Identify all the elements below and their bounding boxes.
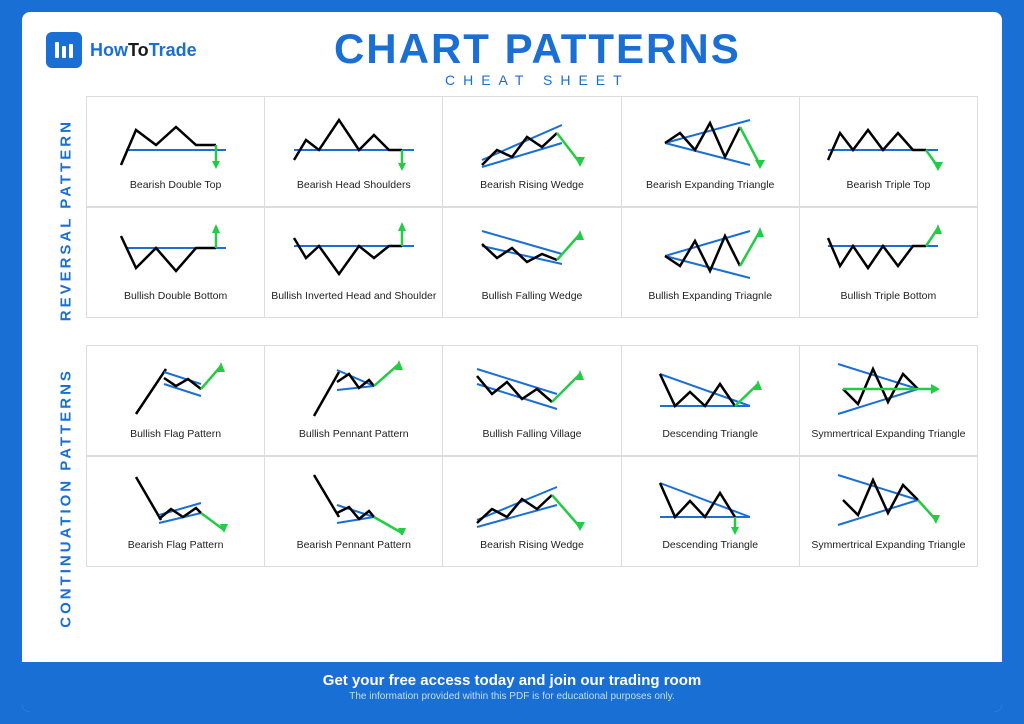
label-bearish-flag: Bearish Flag Pattern xyxy=(128,539,224,553)
pattern-bullish-flag: Bullish Flag Pattern xyxy=(87,346,265,456)
main-title: CHART PATTERNS xyxy=(197,28,878,70)
pattern-bullish-double-bottom: Bullish Double Bottom xyxy=(87,208,265,318)
label-symmetrical-expanding-1: Symmertrical Expanding Triangle xyxy=(811,428,965,442)
footer-main-text: Get your free access today and join our … xyxy=(42,672,982,689)
logo-icon xyxy=(46,32,82,68)
pattern-bearish-pennant: Bearish Pennant Pattern xyxy=(265,457,443,567)
pattern-bearish-rising-wedge: Bearish Rising Wedge xyxy=(443,97,621,207)
label-bearish-triple-top: Bearish Triple Top xyxy=(846,179,930,193)
label-bullish-triple-bottom: Bullish Triple Bottom xyxy=(841,290,937,304)
footer-sub-text: The information provided within this PDF… xyxy=(42,691,982,702)
label-bearish-head-shoulders: Bearish Head Shoulders xyxy=(297,179,411,193)
footer: Get your free access today and join our … xyxy=(22,662,1002,712)
label-bearish-rising-wedge-2: Bearish Rising Wedge xyxy=(480,539,584,553)
pattern-symmetrical-expanding-2: Symmertrical Expanding Triangle xyxy=(800,457,978,567)
logo: HowToTrade xyxy=(46,32,197,68)
label-descending-triangle-2: Descending Triangle xyxy=(662,539,758,553)
pattern-descending-triangle-2: Descending Triangle xyxy=(622,457,800,567)
continuation-row1: Bullish Flag Pattern xyxy=(86,345,978,456)
pattern-bullish-inv-hs: Bullish Inverted Head and Shoulder xyxy=(265,208,443,318)
continuation-label: CONTINUATION PATTERNS xyxy=(46,345,86,652)
label-bullish-flag: Bullish Flag Pattern xyxy=(130,428,221,442)
pattern-descending-triangle-1: Descending Triangle xyxy=(622,346,800,456)
logo-text: HowToTrade xyxy=(90,40,197,61)
label-descending-triangle-1: Descending Triangle xyxy=(662,428,758,442)
label-bullish-inv-hs: Bullish Inverted Head and Shoulder xyxy=(271,290,436,304)
pattern-bearish-double-top: Bearish Double Top xyxy=(87,97,265,207)
header: HowToTrade CHART PATTERNS CHEAT SHEET xyxy=(46,32,978,88)
content-area: REVERSAL PATTERN Bearish Double Top xyxy=(46,96,978,345)
label-bearish-expanding-triangle: Bearish Expanding Triangle xyxy=(646,179,774,193)
label-bearish-pennant: Bearish Pennant Pattern xyxy=(297,539,411,553)
reversal-label: REVERSAL PATTERN xyxy=(46,96,86,345)
reversal-row1: Bearish Double Top Bearish Head Shoulder… xyxy=(86,96,978,207)
label-bullish-expanding-triangle: Bullish Expanding Triagnle xyxy=(648,290,772,304)
pattern-bearish-head-shoulders: Bearish Head Shoulders xyxy=(265,97,443,207)
label-bullish-double-bottom: Bullish Double Bottom xyxy=(124,290,227,304)
label-bullish-falling-wedge: Bullish Falling Wedge xyxy=(482,290,583,304)
continuation-grid: Bullish Flag Pattern xyxy=(86,345,978,652)
continuation-area: CONTINUATION PATTERNS xyxy=(46,345,978,652)
continuation-row2: Bearish Flag Pattern xyxy=(86,456,978,567)
grid-section: Bearish Double Top Bearish Head Shoulder… xyxy=(86,96,978,345)
pattern-bullish-pennant: Bullish Pennant Pattern xyxy=(265,346,443,456)
pattern-bearish-expanding-triangle: Bearish Expanding Triangle xyxy=(622,97,800,207)
sub-title: CHEAT SHEET xyxy=(197,72,878,88)
pattern-bullish-falling-village: Bullish Falling Village xyxy=(443,346,621,456)
label-bearish-double-top: Bearish Double Top xyxy=(130,179,221,193)
title-area: CHART PATTERNS CHEAT SHEET xyxy=(197,28,878,88)
pattern-bearish-rising-wedge-2: Bearish Rising Wedge xyxy=(443,457,621,567)
pattern-symmetrical-expanding-1: Symmertrical Expanding Triangle xyxy=(800,346,978,456)
reversal-row2: Bullish Double Bottom Bullish Inverted H… xyxy=(86,207,978,318)
main-card: HowToTrade CHART PATTERNS CHEAT SHEET RE… xyxy=(22,12,1002,712)
label-bearish-rising-wedge: Bearish Rising Wedge xyxy=(480,179,584,193)
label-symmetrical-expanding-2: Symmertrical Expanding Triangle xyxy=(811,539,965,553)
pattern-bullish-triple-bottom: Bullish Triple Bottom xyxy=(800,208,978,318)
label-bullish-falling-village: Bullish Falling Village xyxy=(482,428,581,442)
pattern-bearish-triple-top: Bearish Triple Top xyxy=(800,97,978,207)
pattern-bearish-flag: Bearish Flag Pattern xyxy=(87,457,265,567)
pattern-bullish-expanding-triangle: Bullish Expanding Triagnle xyxy=(622,208,800,318)
label-bullish-pennant: Bullish Pennant Pattern xyxy=(299,428,409,442)
pattern-bullish-falling-wedge: Bullish Falling Wedge xyxy=(443,208,621,318)
